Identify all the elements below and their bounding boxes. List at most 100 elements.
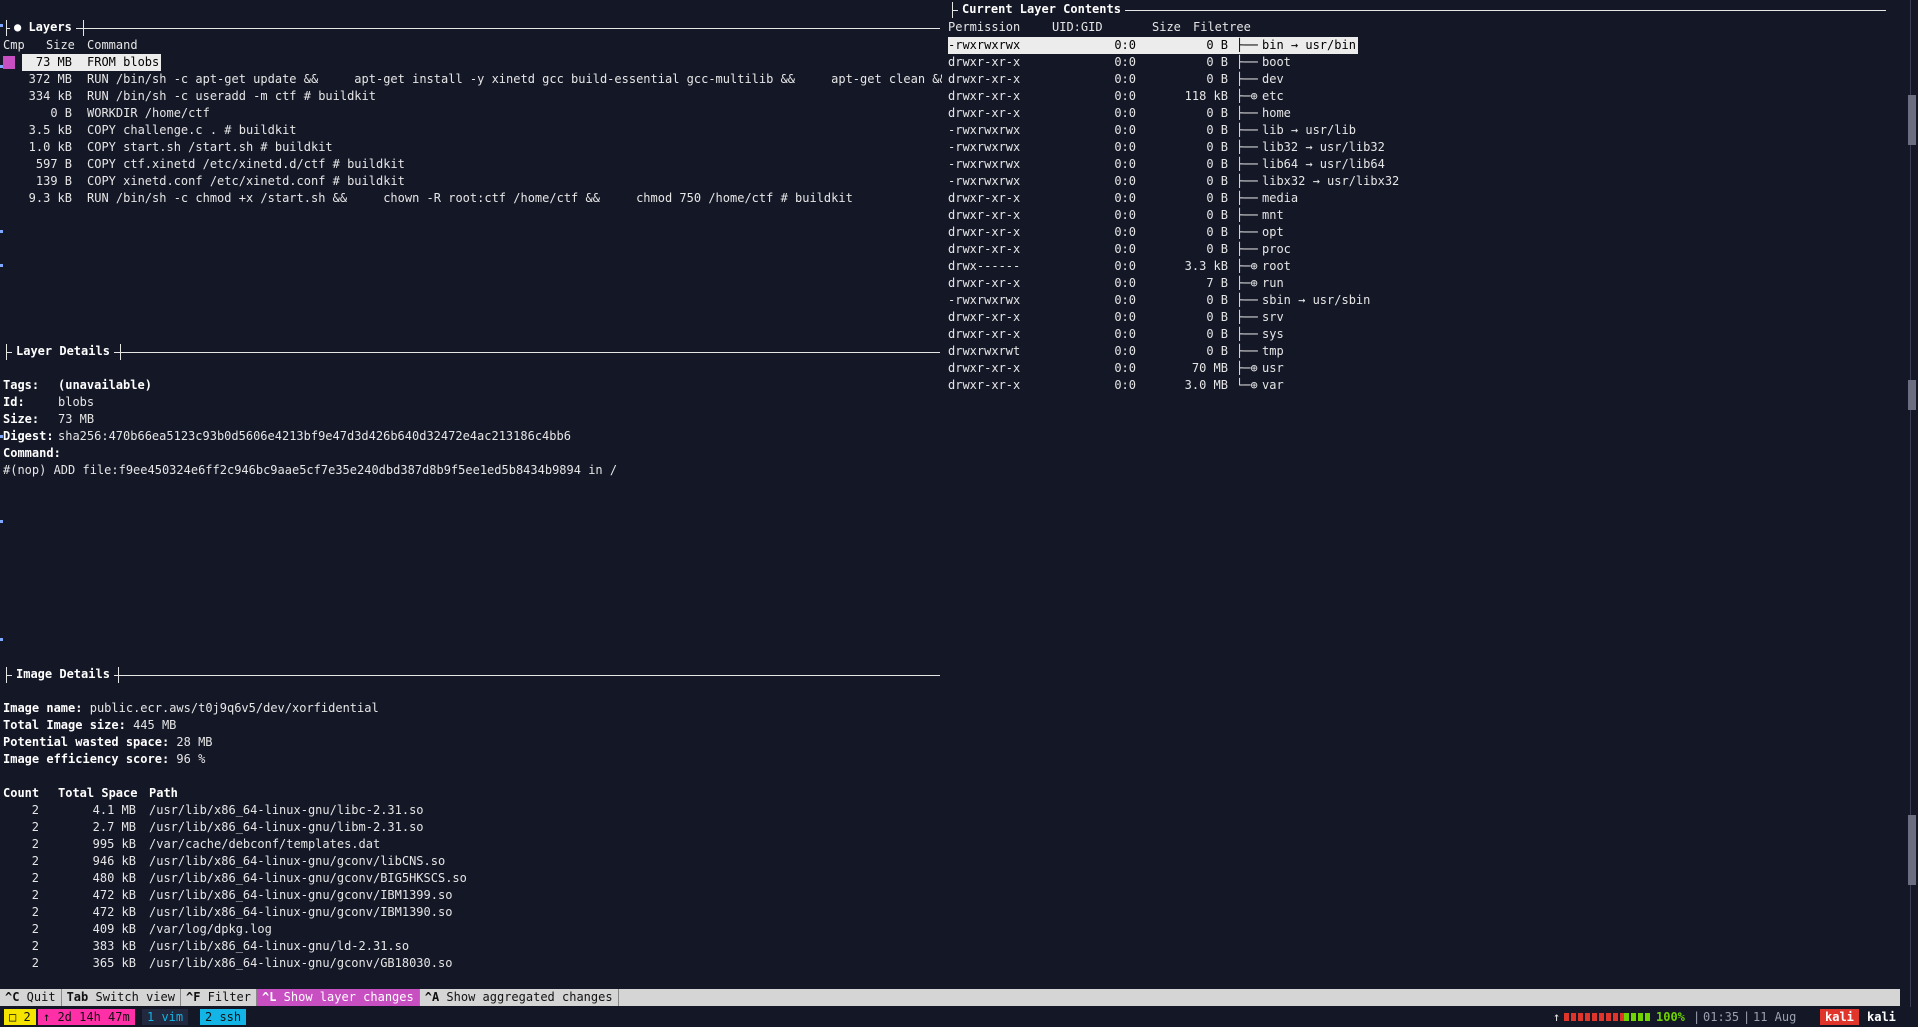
layers-header-cmp: Cmp [3, 38, 25, 52]
file-size: 7 B [1206, 276, 1228, 290]
keybinding-label: Show aggregated changes [439, 990, 613, 1004]
keybinding-bar: ^C Quit Tab Switch view ^F Filter ^L Show l… [0, 989, 1900, 1006]
filetree-row[interactable]: drwxr-xr-x 0:0 0 B ├── dev [948, 71, 1548, 88]
terminal-scrollbar[interactable] [1906, 0, 1918, 1027]
tmux-window-vim[interactable]: 1 vim [142, 1009, 189, 1025]
layer-row[interactable]: 139 B COPY xinetd.conf /etc/xinetd.conf #… [0, 173, 942, 190]
tmux-window-ssh[interactable]: 2 ssh [200, 1009, 247, 1025]
file-name: lib → usr/lib [1262, 123, 1356, 137]
file-uid: 0:0 [1114, 106, 1136, 120]
filetree-row[interactable]: drwx------ 0:0 3.3 kB ├─⊕ root [948, 258, 1548, 275]
file-size: 0 B [1206, 225, 1228, 239]
id-label: Id: [3, 395, 25, 409]
file-name: libx32 → usr/libx32 [1262, 174, 1400, 188]
scrollbar-thumb[interactable] [1908, 95, 1916, 145]
wasted-file-row: 2 946 kB/usr/lib/x86_64-linux-gnu/gconv/l… [0, 853, 940, 870]
filetree-row[interactable]: drwxr-xr-x 0:0 0 B ├── home [948, 105, 1548, 122]
file-size: 3.0 MB [1184, 378, 1228, 392]
wasted-space-line: Potential wasted space: 28 MB [3, 734, 213, 751]
contents-panel-title: Current Layer Contents [958, 1, 1125, 18]
layer-row[interactable]: 9.3 kB RUN /bin/sh -c chmod +x /start.sh … [0, 190, 942, 207]
file-permission: drwxr-xr-x [948, 191, 1021, 205]
wasted-file-row: 2 2.7 MB/usr/lib/x86_64-linux-gnu/libm-2.… [0, 819, 940, 836]
wasted-file-path: /usr/lib/x86_64-linux-gnu/gconv/IBM1399.… [149, 888, 453, 902]
file-tree-branch: ├── [1236, 72, 1258, 86]
file-uid: 0:0 [1114, 344, 1136, 358]
file-uid: 0:0 [1114, 225, 1136, 239]
filetree-row[interactable]: drwxr-xr-x 0:0 0 B ├── media [948, 190, 1548, 207]
layer-size: 372 MB [28, 72, 72, 86]
layer-row[interactable]: 1.0 kB COPY start.sh /start.sh # buildkit [0, 139, 942, 156]
file-tree-branch: ├── [1236, 344, 1258, 358]
filetree-row[interactable]: drwxr-xr-x 0:0 0 B ├── boot [948, 54, 1548, 71]
file-name: mnt [1262, 208, 1284, 222]
filetree-row[interactable]: drwxr-xr-x 0:0 118 kB ├─⊕ etc [948, 88, 1548, 105]
file-name: etc [1262, 89, 1284, 103]
contents-header-permission: Permission [948, 20, 1021, 34]
file-uid: 0:0 [1114, 140, 1136, 154]
layer-command: COPY start.sh /start.sh # buildkit [87, 140, 333, 154]
wasted-file-space: 480 kB [92, 871, 136, 885]
keybinding-switch-view[interactable]: Tab Switch view [62, 989, 181, 1006]
contents-header-filetree: Filetree [1193, 20, 1251, 34]
filetree-row[interactable]: drwxrwxrwt 0:0 0 B ├── tmp [948, 343, 1548, 360]
wasted-file-path: /usr/lib/x86_64-linux-gnu/gconv/libCNS.s… [149, 854, 446, 868]
file-tree-branch: ├── [1236, 327, 1258, 341]
layer-size: 334 kB [28, 89, 72, 103]
file-permission: -rwxrwxrwx [948, 37, 1056, 54]
file-uid: 0:0 [1114, 174, 1136, 188]
layer-row[interactable]: 597 B COPY ctf.xinetd /etc/xinetd.d/ctf #… [0, 156, 942, 173]
filetree-row[interactable]: drwxr-xr-x 0:0 0 B ├── mnt [948, 207, 1548, 224]
filetree-row[interactable]: -rwxrwxrwx 0:0 0 B ├── libx32 → usr/libx32 [948, 173, 1548, 190]
file-permission: drwxr-xr-x [948, 310, 1021, 324]
wasted-file-space: 409 kB [92, 922, 136, 936]
file-permission: -rwxrwxrwx [948, 157, 1021, 171]
total-size-line: Total Image size: 445 MB [3, 717, 176, 734]
keybinding-show-layer-changes[interactable]: ^L Show layer changes [257, 989, 420, 1006]
wasted-file-path: /usr/lib/x86_64-linux-gnu/gconv/GB18030.… [149, 956, 453, 970]
tmux-session[interactable]: □ 2 [4, 1009, 36, 1025]
wasted-file-space: 2.7 MB [92, 820, 136, 834]
file-name: proc [1262, 242, 1291, 256]
wasted-file-count: 2 [31, 803, 39, 817]
file-size: 0 B [1206, 191, 1228, 205]
filetree-row[interactable]: -rwxrwxrwx 0:0 0 B ├── sbin → usr/sbin [948, 292, 1548, 309]
layer-size: 139 B [35, 174, 72, 188]
filetree-row[interactable]: drwxr-xr-x 0:0 0 B ├── srv [948, 309, 1548, 326]
wasted-file-space: 472 kB [92, 905, 136, 919]
filetree-row[interactable]: -rwxrwxrwx 0:0 0 B ├── lib → usr/lib [948, 122, 1548, 139]
filetree-row[interactable]: drwxr-xr-x 0:0 0 B ├── opt [948, 224, 1548, 241]
filetree-row[interactable]: drwxr-xr-x 0:0 7 B ├─⊕ run [948, 275, 1548, 292]
filetree-row[interactable]: -rwxrwxrwx 0:0 0 B ├── bin → usr/bin [948, 37, 1548, 54]
keybinding-filter[interactable]: ^F Filter [181, 989, 257, 1006]
wasted-file-row: 2 480 kB/usr/lib/x86_64-linux-gnu/gconv/B… [0, 870, 940, 887]
keybinding-show-aggregated-changes[interactable]: ^A Show aggregated changes [420, 989, 619, 1006]
wasted-file-row: 2 472 kB/usr/lib/x86_64-linux-gnu/gconv/I… [0, 904, 940, 921]
wasted-file-path: /var/log/dpkg.log [149, 922, 272, 936]
keybinding-quit[interactable]: ^C Quit [0, 989, 62, 1006]
layer-row[interactable]: 73 MB FROM blobs [0, 54, 942, 71]
filetree-row[interactable]: drwxr-xr-x 0:0 3.0 MB └─⊕ var [948, 377, 1548, 394]
file-uid: 0:0 [1114, 276, 1136, 290]
layer-details-title: Layer Details [12, 343, 114, 360]
file-name: usr [1262, 361, 1284, 375]
filetree-row[interactable]: -rwxrwxrwx 0:0 0 B ├── lib32 → usr/lib32 [948, 139, 1548, 156]
file-name: var [1262, 378, 1284, 392]
image-border-sep [118, 667, 119, 683]
filetree-row[interactable]: drwxr-xr-x 0:0 70 MB ├─⊕ usr [948, 360, 1548, 377]
filetree-row[interactable]: drwxr-xr-x 0:0 0 B ├── proc [948, 241, 1548, 258]
file-size: 3.3 kB [1184, 259, 1228, 273]
gutter-marker [0, 264, 3, 267]
filetree-row[interactable]: -rwxrwxrwx 0:0 0 B ├── lib64 → usr/lib64 [948, 156, 1548, 173]
file-size: 0 B [1206, 344, 1228, 358]
layer-row[interactable]: 372 MB RUN /bin/sh -c apt-get update && a… [0, 71, 942, 88]
filetree-row[interactable]: drwxr-xr-x 0:0 0 B ├── sys [948, 326, 1548, 343]
layer-row[interactable]: 3.5 kB COPY challenge.c . # buildkit [0, 122, 942, 139]
layer-row[interactable]: 334 kB RUN /bin/sh -c useradd -m ctf # bu… [0, 88, 942, 105]
contents-header-size: Size [1152, 20, 1181, 34]
wasted-file-space: 946 kB [92, 854, 136, 868]
file-tree-branch: ├── [1236, 55, 1258, 69]
file-uid: 0:0 [1114, 378, 1136, 392]
layer-row[interactable]: 0 B WORKDIR /home/ctf [0, 105, 942, 122]
file-uid: 0:0 [1114, 242, 1136, 256]
